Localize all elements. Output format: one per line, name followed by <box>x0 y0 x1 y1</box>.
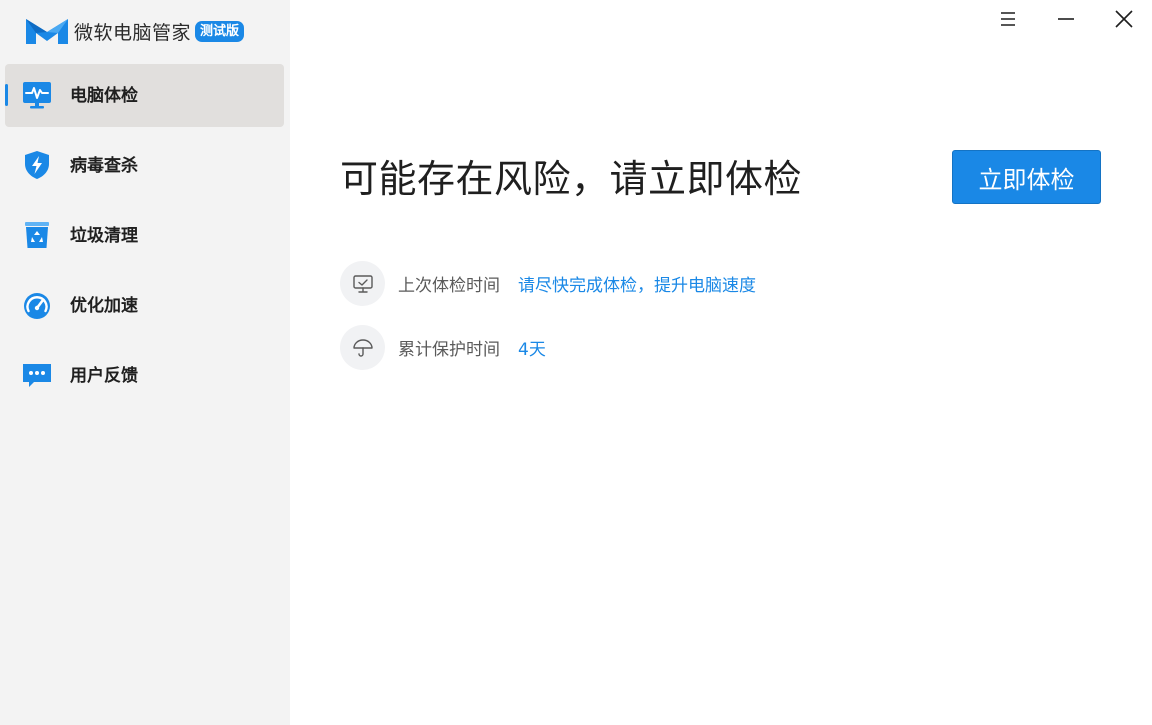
sidebar-item-virus-scan[interactable]: 病毒查杀 <box>5 134 284 197</box>
menu-icon <box>1001 12 1015 26</box>
sidebar-item-junk-cleanup[interactable]: 垃圾清理 <box>5 204 284 267</box>
beta-badge: 测试版 <box>195 20 245 42</box>
last-scan-value[interactable]: 请尽快完成体检，提升电脑速度 <box>518 271 756 296</box>
chat-bubble-icon <box>23 364 51 387</box>
sidebar-item-label: 用户反馈 <box>70 366 138 386</box>
close-icon <box>1115 10 1133 28</box>
monitor-check-icon <box>352 274 373 293</box>
sidebar-item-label: 病毒查杀 <box>70 156 138 176</box>
minimize-icon <box>1058 18 1074 20</box>
sidebar-item-feedback[interactable]: 用户反馈 <box>5 344 284 407</box>
sidebar-item-label: 电脑体检 <box>70 86 138 106</box>
last-scan-row: 上次体检时间 请尽快完成体检，提升电脑速度 <box>340 261 756 306</box>
sidebar-item-pc-checkup[interactable]: 电脑体检 <box>5 64 284 127</box>
scan-now-button[interactable]: 立即体检 <box>952 150 1101 204</box>
protection-time-row: 累计保护时间 4天 <box>340 325 546 370</box>
minimize-button[interactable] <box>1050 6 1082 32</box>
info-icon-badge <box>340 325 385 370</box>
sidebar: 微软电脑管家 测试版 电脑体检 病毒查杀 垃圾清理 优化加速 用户反馈 <box>0 0 290 725</box>
page-title: 可能存在风险，请立即体检 <box>340 157 803 201</box>
umbrella-icon <box>352 338 373 357</box>
recycle-bin-icon <box>25 222 49 248</box>
sidebar-nav: 电脑体检 病毒查杀 垃圾清理 优化加速 用户反馈 <box>0 64 290 414</box>
monitor-pulse-icon <box>23 82 51 109</box>
info-icon-badge <box>340 261 385 306</box>
shield-bolt-icon <box>25 151 49 179</box>
sidebar-item-optimize[interactable]: 优化加速 <box>5 274 284 337</box>
app-brand: 微软电脑管家 测试版 <box>25 16 245 46</box>
active-indicator <box>5 84 8 106</box>
last-scan-label: 上次体检时间 <box>398 276 500 296</box>
protection-time-value: 4天 <box>518 340 546 360</box>
sidebar-item-label: 垃圾清理 <box>70 226 138 246</box>
protection-time-label: 累计保护时间 <box>398 340 500 360</box>
close-button[interactable] <box>1108 6 1140 32</box>
speedometer-icon <box>24 293 50 319</box>
app-logo-icon <box>26 19 68 44</box>
app-title: 微软电脑管家 <box>74 21 192 44</box>
sidebar-item-label: 优化加速 <box>70 296 138 316</box>
menu-button[interactable] <box>992 6 1024 32</box>
